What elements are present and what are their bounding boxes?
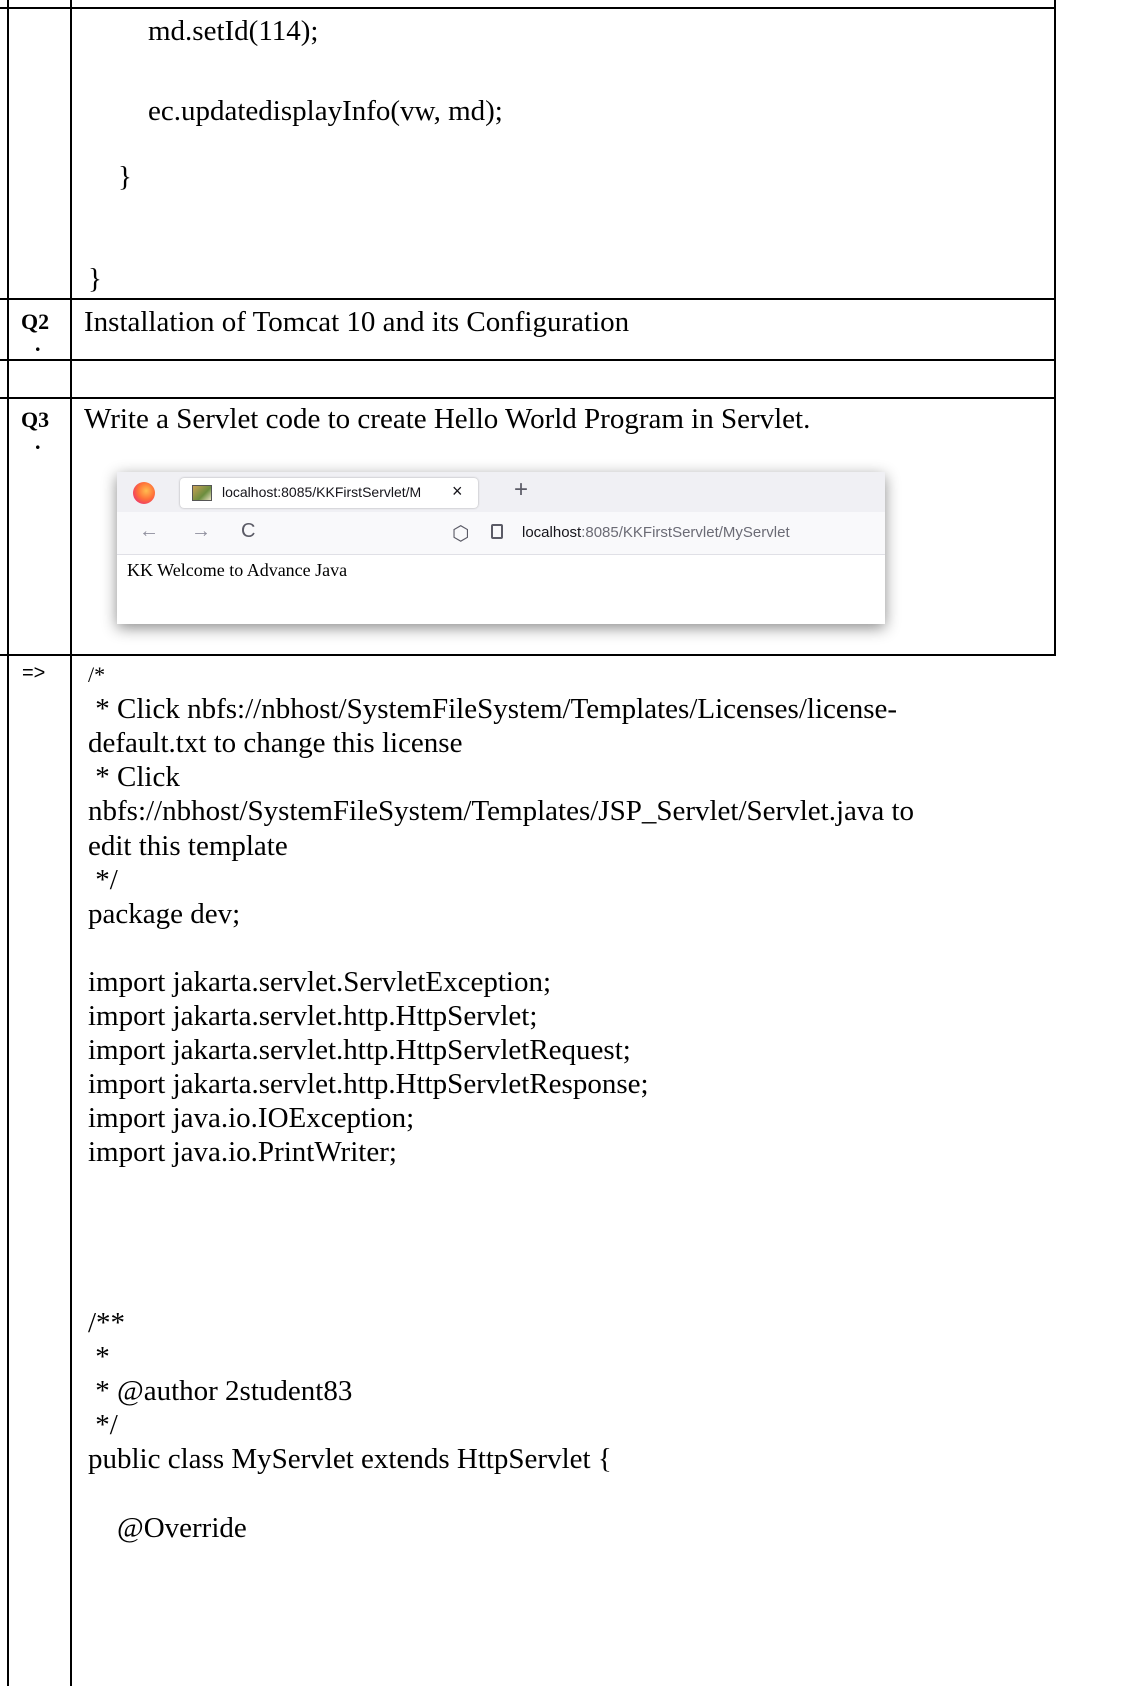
code-line: */ — [88, 1409, 118, 1442]
code-line: edit this template — [88, 829, 288, 862]
code-line: import jakarta.servlet.http.HttpServletR… — [88, 1068, 649, 1101]
code-line: import jakarta.servlet.http.HttpServlet; — [88, 1000, 538, 1032]
page-icon — [491, 524, 503, 539]
row-divider-answer-top — [0, 654, 1056, 656]
code-line: /* — [88, 662, 106, 687]
code-line-closing-brace-method: } — [118, 161, 132, 193]
url-host: localhost — [522, 524, 582, 541]
table-border-right — [1054, 0, 1056, 656]
code-line: * @author 2student83 — [88, 1375, 353, 1408]
code-line: import java.io.PrintWriter; — [88, 1136, 397, 1169]
code-line: import jakarta.servlet.http.HttpServletR… — [88, 1034, 631, 1067]
table-divider-column — [70, 0, 72, 1686]
answer-marker: => — [22, 662, 46, 684]
reload-icon[interactable]: C — [241, 520, 255, 543]
question-text-q3: Write a Servlet code to create Hello Wor… — [84, 403, 811, 435]
code-line: * Click nbfs://nbhost/SystemFileSystem/T… — [88, 693, 898, 726]
question-number-dot: . — [35, 429, 41, 454]
shield-icon[interactable]: ⬡ — [452, 521, 469, 546]
code-line: * — [88, 1341, 110, 1373]
code-line-closing-brace-class: } — [88, 263, 102, 295]
code-line: import java.io.IOException; — [88, 1102, 415, 1135]
code-line: /** — [88, 1306, 126, 1339]
browser-tab[interactable]: localhost:8085/KKFirstServlet/M × — [180, 478, 478, 508]
table-border-top — [0, 7, 1056, 9]
close-icon[interactable]: × — [452, 481, 463, 502]
address-bar[interactable]: localhost:8085/KKFirstServlet/MyServlet — [522, 524, 790, 541]
browser-nav-bar: ← → C ⬡ localhost:8085/KKFirstServlet/My… — [117, 512, 885, 555]
question-number-dot: . — [35, 331, 41, 356]
browser-screenshot: localhost:8085/KKFirstServlet/M × + ← → … — [117, 472, 885, 624]
question-text-q2: Installation of Tomcat 10 and its Config… — [84, 306, 630, 338]
code-line-updatedisplayinfo: ec.updatedisplayInfo(vw, md); — [148, 95, 503, 127]
table-border-left — [7, 0, 9, 1686]
tab-title: localhost:8085/KKFirstServlet/M — [222, 484, 422, 500]
back-arrow-icon[interactable]: ← — [139, 520, 159, 543]
code-line: default.txt to change this license — [88, 727, 463, 760]
code-line: @Override — [88, 1511, 247, 1544]
code-line: nbfs://nbhost/SystemFileSystem/Templates… — [88, 795, 915, 828]
new-tab-icon[interactable]: + — [514, 476, 528, 504]
firefox-logo-icon — [133, 482, 155, 504]
code-line: import jakarta.servlet.ServletException; — [88, 965, 552, 998]
row-divider-q2-top — [0, 298, 1056, 300]
code-line: */ — [88, 863, 118, 896]
forward-arrow-icon[interactable]: → — [191, 520, 211, 543]
code-line: * Click — [88, 761, 180, 794]
tab-favicon-icon — [192, 485, 212, 501]
row-divider-q3-top — [0, 397, 1056, 399]
code-line: public class MyServlet extends HttpServl… — [88, 1443, 612, 1476]
code-line: package dev; — [88, 897, 241, 930]
code-line-setid: md.setId(114); — [148, 15, 319, 47]
browser-tab-bar: localhost:8085/KKFirstServlet/M × + — [117, 472, 885, 512]
url-path: :8085/KKFirstServlet/MyServlet — [581, 524, 790, 541]
page-content-text: KK Welcome to Advance Java — [127, 560, 348, 580]
row-divider-q2-bottom — [0, 359, 1056, 361]
